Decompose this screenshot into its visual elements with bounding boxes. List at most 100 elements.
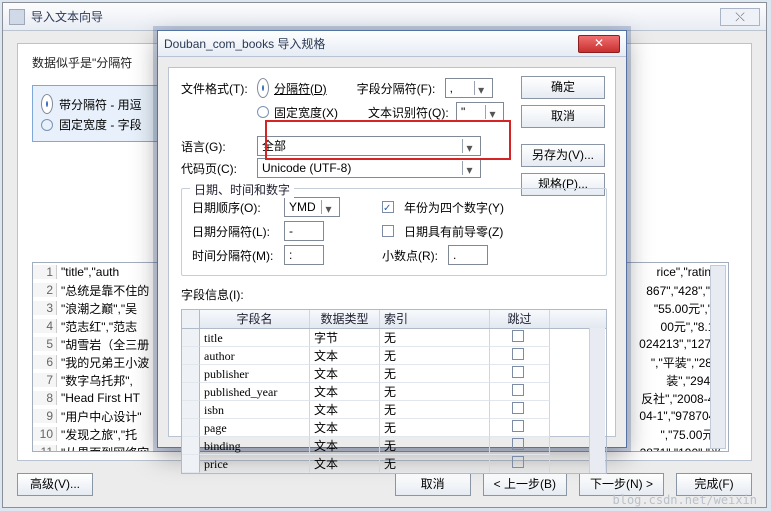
cell-skip[interactable] (490, 365, 550, 383)
cancel-button[interactable]: 取消 (521, 105, 605, 128)
cell-data-type[interactable]: 文本 (310, 401, 380, 419)
table-row[interactable]: published_year文本无 (182, 383, 606, 401)
cell-skip[interactable] (490, 455, 550, 473)
date-sep-input[interactable]: - (284, 221, 324, 241)
text-qual-value: " (461, 103, 465, 121)
cell-field-name[interactable]: published_year (200, 383, 310, 401)
skip-checkbox[interactable] (512, 348, 524, 360)
cell-index[interactable]: 无 (380, 455, 490, 473)
fields-scrollbar[interactable] (589, 328, 605, 473)
ff-fixed-radio[interactable]: 固定宽度(X) (257, 104, 338, 121)
row-selector[interactable] (182, 455, 200, 473)
preview-text-left: "Head First HT (57, 391, 140, 405)
cell-data-type[interactable]: 字节 (310, 329, 380, 347)
cell-field-name[interactable]: publisher (200, 365, 310, 383)
language-select[interactable]: 全部 ▾ (257, 136, 481, 156)
radio-delimited[interactable]: 带分隔符 - 用逗 (41, 94, 173, 114)
save-as-button[interactable]: 另存为(V)... (521, 144, 605, 167)
decimal-input[interactable]: . (448, 245, 488, 265)
cell-data-type[interactable]: 文本 (310, 347, 380, 365)
cell-data-type[interactable]: 文本 (310, 383, 380, 401)
row-selector[interactable] (182, 383, 200, 401)
table-row[interactable]: author文本无 (182, 347, 606, 365)
cell-index[interactable]: 无 (380, 437, 490, 455)
date-group-caption: 日期、时间和数字 (190, 181, 294, 198)
ff-delim-radio[interactable]: 分隔符(D) (257, 78, 327, 98)
cell-data-type[interactable]: 文本 (310, 419, 380, 437)
radio-fixed-label: 固定宽度 - 字段 (59, 116, 142, 133)
fields-label: 字段信息(I): (181, 286, 607, 303)
skip-checkbox[interactable] (512, 438, 524, 450)
cell-field-name[interactable]: binding (200, 437, 310, 455)
fields-table-header: 字段名 数据类型 索引 跳过 (182, 310, 606, 329)
cell-field-name[interactable]: isbn (200, 401, 310, 419)
row-selector[interactable] (182, 419, 200, 437)
skip-checkbox[interactable] (512, 402, 524, 414)
col-data-type: 数据类型 (310, 310, 380, 328)
table-row[interactable]: isbn文本无 (182, 401, 606, 419)
wizard-close-button[interactable]: ⤬ (720, 8, 760, 26)
date-order-value: YMD (289, 198, 316, 216)
line-number: 9 (33, 409, 57, 423)
row-selector[interactable] (182, 401, 200, 419)
ok-button[interactable]: 确定 (521, 76, 605, 99)
text-qual-select[interactable]: " ▾ (456, 102, 504, 122)
advanced-button[interactable]: 高级(V)... (17, 473, 93, 496)
col-skip: 跳过 (490, 310, 550, 328)
row-selector[interactable] (182, 347, 200, 365)
language-label: 语言(G): (181, 138, 251, 155)
line-number: 6 (33, 355, 57, 369)
cell-index[interactable]: 无 (380, 329, 490, 347)
table-row[interactable]: binding文本无 (182, 437, 606, 455)
dialog-close-button[interactable]: ✕ (578, 35, 620, 53)
preview-scrollbar[interactable] (710, 265, 726, 449)
cell-skip[interactable] (490, 437, 550, 455)
skip-checkbox[interactable] (512, 330, 524, 342)
codepage-select[interactable]: Unicode (UTF-8) ▾ (257, 158, 481, 178)
row-selector[interactable] (182, 437, 200, 455)
cell-data-type[interactable]: 文本 (310, 365, 380, 383)
cell-data-type[interactable]: 文本 (310, 437, 380, 455)
skip-checkbox[interactable] (512, 384, 524, 396)
cell-skip[interactable] (490, 383, 550, 401)
radio-icon (257, 78, 269, 98)
table-row[interactable]: title字节无 (182, 329, 606, 347)
cell-index[interactable]: 无 (380, 347, 490, 365)
cell-index[interactable]: 无 (380, 383, 490, 401)
line-number: 5 (33, 337, 57, 351)
cell-field-name[interactable]: price (200, 455, 310, 473)
table-row[interactable]: price文本无 (182, 455, 606, 473)
cell-skip[interactable] (490, 329, 550, 347)
wizard-prev-button[interactable]: < 上一步(B) (483, 473, 567, 496)
cell-field-name[interactable]: page (200, 419, 310, 437)
app-icon (9, 9, 25, 25)
cell-skip[interactable] (490, 347, 550, 365)
cell-skip[interactable] (490, 419, 550, 437)
cell-index[interactable]: 无 (380, 401, 490, 419)
table-row[interactable]: page文本无 (182, 419, 606, 437)
cell-index[interactable]: 无 (380, 419, 490, 437)
skip-checkbox[interactable] (512, 420, 524, 432)
table-row[interactable]: publisher文本无 (182, 365, 606, 383)
col-index: 索引 (380, 310, 490, 328)
skip-checkbox[interactable] (512, 366, 524, 378)
cell-index[interactable]: 无 (380, 365, 490, 383)
preview-text-left: "我的兄弟王小波 (57, 354, 149, 371)
cell-data-type[interactable]: 文本 (310, 455, 380, 473)
preview-text-left: "用户中心设计" (57, 408, 142, 425)
field-sep-select[interactable]: , ▾ (445, 78, 493, 98)
skip-checkbox[interactable] (512, 456, 524, 468)
time-sep-input[interactable]: : (284, 245, 324, 265)
cell-field-name[interactable]: title (200, 329, 310, 347)
row-selector[interactable] (182, 329, 200, 347)
four-digit-year-checkbox[interactable] (382, 201, 394, 213)
date-order-select[interactable]: YMD ▾ (284, 197, 340, 217)
wizard-cancel-button[interactable]: 取消 (395, 473, 471, 496)
ff-fixed-label: 固定宽度(X) (274, 104, 338, 121)
radio-fixed[interactable]: 固定宽度 - 字段 (41, 116, 173, 133)
import-spec-dialog: Douban_com_books 导入规格 ✕ 确定 取消 另存为(V)... … (157, 30, 627, 448)
cell-skip[interactable] (490, 401, 550, 419)
row-selector[interactable] (182, 365, 200, 383)
leading-zero-checkbox[interactable] (382, 225, 394, 237)
cell-field-name[interactable]: author (200, 347, 310, 365)
